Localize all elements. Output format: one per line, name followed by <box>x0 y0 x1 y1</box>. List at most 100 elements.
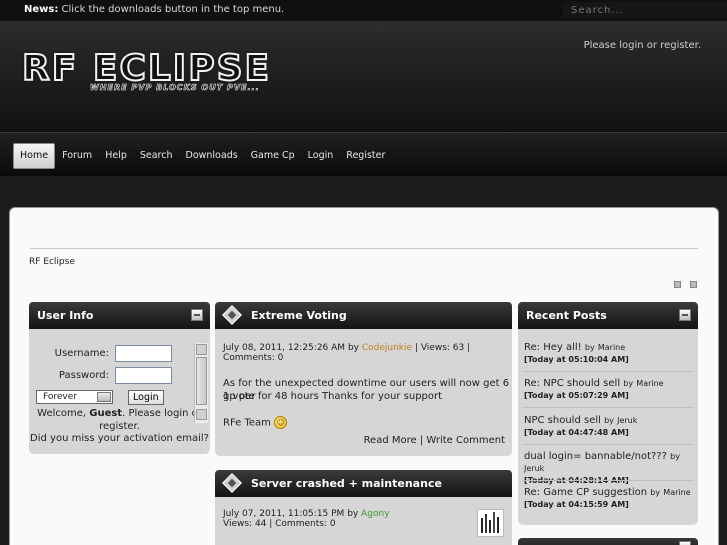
divider <box>522 407 694 408</box>
news-diamond-icon <box>222 305 242 325</box>
news-2-date: July 07, 2011, 11:05:15 PM <box>223 509 345 519</box>
recent-post-author[interactable]: Marine <box>598 343 625 352</box>
actions-separator: | <box>419 435 424 446</box>
collapse-icon[interactable] <box>679 541 691 545</box>
panel-scrollbar[interactable] <box>194 343 208 423</box>
news-diamond-icon <box>222 473 242 493</box>
recent-post-time: [Today at 05:10:04 AM] <box>524 355 629 364</box>
news-bar: News: Click the downloads button in the … <box>0 0 727 21</box>
recent-post-author[interactable]: Jeruk <box>617 416 637 425</box>
welcome-guest: Guest <box>89 408 123 419</box>
divider <box>30 248 698 249</box>
nav-forum[interactable]: Forum <box>56 143 98 169</box>
site-header: Please login or register. RF ECLIPSE WHE… <box>0 21 727 132</box>
next-panel-header <box>518 538 698 545</box>
author-avatar[interactable] <box>477 509 504 537</box>
session-length-select[interactable]: Forever <box>36 390 113 404</box>
news-2-header: Server crashed + maintenance <box>215 470 512 497</box>
recent-post-topic[interactable]: Re: NPC should sell <box>524 378 620 389</box>
divider <box>522 371 694 372</box>
news-2-meta: July 07, 2011, 11:05:15 PM by Agony View… <box>223 509 463 529</box>
logo-title: RF ECLIPSE <box>21 48 272 89</box>
news-1-signature: RFe Team ☺ <box>223 416 288 430</box>
scroll-down-icon[interactable] <box>196 409 207 420</box>
recent-post-topic[interactable]: NPC should sell <box>524 415 601 426</box>
read-more-link[interactable]: Read More <box>364 435 417 446</box>
news-2-stats: Views: 44 | Comments: 0 <box>223 519 336 529</box>
nav-game-cp[interactable]: Game Cp <box>245 143 301 169</box>
logo-tagline: WHERE PVP BLOCKS OUT PVE... <box>90 83 260 93</box>
news-1-title[interactable]: Extreme Voting <box>251 309 347 322</box>
news-2-author[interactable]: Agony <box>361 509 389 519</box>
session-length-value: Forever <box>43 392 77 402</box>
recent-post-author[interactable]: Marine <box>636 379 663 388</box>
recent-post-item: Re: Hey all! by Marine [Today at 05:10:0… <box>524 342 694 366</box>
news-1-body-line2: 1 vote for 48 hours Thanks for your supp… <box>223 391 443 402</box>
nav-login[interactable]: Login <box>302 143 340 169</box>
breadcrumb[interactable]: RF Eclipse <box>29 257 75 267</box>
collapse-all-icon[interactable] <box>674 281 681 288</box>
avatar-icon <box>481 512 499 533</box>
recent-post-item: Re: NPC should sell by Marine [Today at … <box>524 378 694 402</box>
recent-post-by: by <box>584 343 595 352</box>
user-info-header: User Info <box>29 302 210 329</box>
expand-all-icon[interactable] <box>690 281 697 288</box>
username-field[interactable] <box>115 345 172 362</box>
news-1-author[interactable]: Codejunkie <box>362 343 412 353</box>
recent-post-by: by <box>670 452 680 461</box>
news-2-panel: July 07, 2011, 11:05:15 PM by Agony View… <box>215 497 512 545</box>
recent-post-time: [Today at 04:47:48 AM] <box>524 428 629 437</box>
activation-email-link[interactable]: Did you miss your activation email? <box>29 433 210 444</box>
search-input[interactable] <box>563 2 727 18</box>
password-label: Password: <box>58 370 109 381</box>
recent-post-time: [Today at 04:15:59 AM] <box>524 500 629 509</box>
dropdown-arrow-icon[interactable] <box>97 392 111 402</box>
news-1-date: July 08, 2011, 12:25:26 AM <box>223 343 346 353</box>
recent-post-topic[interactable]: Re: Hey all! <box>524 342 582 353</box>
news-1-by: by <box>347 343 359 353</box>
recent-post-time: [Today at 05:07:29 AM] <box>524 391 629 400</box>
nav-home[interactable]: Home <box>13 143 56 169</box>
user-info-title: User Info <box>37 309 94 322</box>
news-2-by: by <box>347 509 359 519</box>
recent-post-topic[interactable]: Re: Game CP suggestion <box>524 487 647 498</box>
recent-post-by: by <box>650 488 661 497</box>
site-logo[interactable]: RF ECLIPSE WHERE PVP BLOCKS OUT PVE... <box>21 48 272 93</box>
recent-post-item: dual login= bannable/not??? by Jeruk [To… <box>524 451 694 487</box>
main-menu: Home Forum Help Search Downloads Game Cp… <box>0 132 727 176</box>
news-ticker: News: Click the downloads button in the … <box>24 4 284 15</box>
nav-downloads[interactable]: Downloads <box>180 143 244 169</box>
nav-help[interactable]: Help <box>99 143 133 169</box>
password-field[interactable] <box>115 367 172 384</box>
divider <box>522 480 694 481</box>
recent-post-item: Re: Game CP suggestion by Marine [Today … <box>524 487 694 511</box>
news-1-panel: July 08, 2011, 12:25:26 AM by Codejunkie… <box>215 329 512 456</box>
recent-post-author[interactable]: Jeruk <box>524 464 544 473</box>
news-1-header: Extreme Voting <box>215 302 512 329</box>
content-wrapper: RF Eclipse User Info Username: Password:… <box>9 207 719 545</box>
welcome-message: Welcome, Guest. Please login or register… <box>29 407 210 433</box>
nav-search[interactable]: Search <box>134 143 179 169</box>
smiley-icon: ☺ <box>274 416 288 429</box>
collapse-icon[interactable] <box>679 309 691 321</box>
news-1-signature-text: RFe Team <box>223 417 271 429</box>
login-button[interactable]: Login <box>128 390 164 405</box>
collapse-icon[interactable] <box>191 309 203 321</box>
recent-posts-title: Recent Posts <box>526 309 607 322</box>
content-area: RF Eclipse User Info Username: Password:… <box>0 176 727 545</box>
username-label: Username: <box>54 348 109 359</box>
login-register-link[interactable]: Please login or register. <box>584 40 701 51</box>
recent-post-topic[interactable]: dual login= bannable/not??? <box>524 451 667 462</box>
news-text: Click the downloads button in the top me… <box>61 4 285 15</box>
recent-post-item: NPC should sell by Jeruk [Today at 04:47… <box>524 415 694 439</box>
recent-posts-panel: Re: Hey all! by Marine [Today at 05:10:0… <box>518 329 698 525</box>
news-1-meta: July 08, 2011, 12:25:26 AM by Codejunkie… <box>223 343 483 363</box>
recent-post-author[interactable]: Marine <box>663 488 690 497</box>
recent-post-by: by <box>623 379 634 388</box>
scroll-up-icon[interactable] <box>196 344 207 355</box>
news-2-title[interactable]: Server crashed + maintenance <box>251 477 442 490</box>
user-info-panel: Username: Password: Forever Login Welcom… <box>29 329 210 454</box>
write-comment-link[interactable]: Write Comment <box>426 435 505 446</box>
scroll-thumb[interactable] <box>196 357 207 405</box>
nav-register[interactable]: Register <box>340 143 391 169</box>
